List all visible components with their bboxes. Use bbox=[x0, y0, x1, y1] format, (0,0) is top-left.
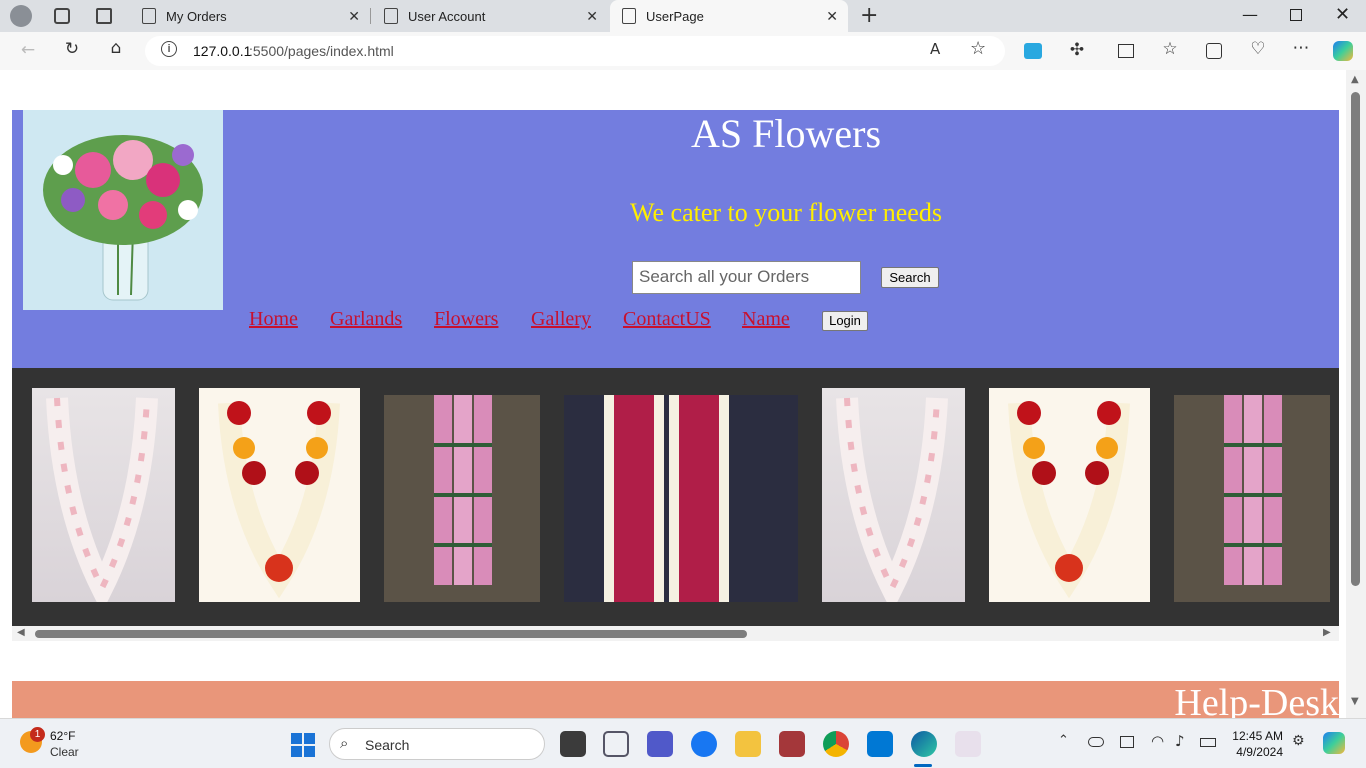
close-tab-icon[interactable]: ✕ bbox=[826, 8, 838, 25]
edge-icon[interactable] bbox=[911, 731, 937, 757]
nav-contactus[interactable]: ContactUS bbox=[623, 308, 711, 331]
page-icon bbox=[384, 8, 398, 24]
gallery-horizontal-scrollbar[interactable]: ◀ ▶ bbox=[12, 626, 1339, 641]
read-aloud-icon[interactable]: A bbox=[930, 40, 940, 58]
search-button[interactable]: Search bbox=[881, 267, 939, 288]
scrollbar-thumb[interactable] bbox=[1351, 92, 1360, 586]
notification-bell-icon[interactable]: ⚙ bbox=[1292, 733, 1305, 749]
favorite-star-icon[interactable]: ☆ bbox=[970, 38, 986, 59]
weather-desc[interactable]: Clear bbox=[50, 745, 79, 759]
garland-gallery bbox=[12, 368, 1339, 626]
site-info-icon[interactable]: i bbox=[161, 41, 177, 57]
onedrive-icon[interactable] bbox=[1088, 737, 1104, 747]
close-tab-icon[interactable]: ✕ bbox=[348, 8, 360, 25]
split-screen-icon[interactable] bbox=[1118, 44, 1134, 58]
site-tagline: We cater to your flower needs bbox=[630, 198, 942, 227]
page-vertical-scrollbar[interactable]: ▲ ▼ bbox=[1346, 70, 1366, 718]
favorites-icon[interactable]: ☆ bbox=[1158, 39, 1182, 59]
vscode-icon[interactable] bbox=[867, 731, 893, 757]
address-bar[interactable]: i 127.0.0.1 :5500/pages/index.html A ☆ bbox=[145, 36, 1005, 66]
workspaces-icon[interactable] bbox=[54, 8, 70, 24]
chrome-icon[interactable] bbox=[823, 731, 849, 757]
copilot-icon[interactable] bbox=[1333, 41, 1353, 61]
slack-icon[interactable] bbox=[955, 731, 981, 757]
clock-time[interactable]: 12:45 AM bbox=[1230, 729, 1283, 743]
url-path: :5500/pages/index.html bbox=[249, 43, 394, 59]
facebook-icon[interactable] bbox=[691, 731, 717, 757]
copilot-app-icon[interactable] bbox=[560, 731, 586, 757]
weather-temp[interactable]: 62°F bbox=[50, 729, 75, 743]
airplane-app-icon[interactable] bbox=[603, 731, 629, 757]
search-icon: ⌕ bbox=[340, 734, 349, 752]
new-tab-icon[interactable]: + bbox=[860, 3, 878, 28]
start-windows-icon[interactable] bbox=[291, 733, 315, 757]
order-search-input[interactable]: Search all your Orders bbox=[632, 261, 861, 294]
scroll-right-icon[interactable]: ▶ bbox=[1323, 627, 1331, 638]
extensions-puzzle-icon[interactable]: ✣ bbox=[1065, 40, 1089, 60]
close-window-icon[interactable]: ✕ bbox=[1335, 4, 1350, 25]
chevron-up-icon[interactable]: ⌃ bbox=[1058, 733, 1069, 748]
access-icon[interactable] bbox=[779, 731, 805, 757]
scroll-down-icon[interactable]: ▼ bbox=[1351, 696, 1359, 707]
volume-icon[interactable]: ♪ bbox=[1175, 732, 1185, 750]
tab-label: UserPage bbox=[646, 8, 704, 24]
garland-image bbox=[564, 395, 798, 602]
battery-icon[interactable] bbox=[1200, 738, 1216, 747]
site-title: AS Flowers bbox=[690, 111, 882, 156]
url-host: 127.0.0.1 bbox=[193, 43, 252, 59]
restore-icon[interactable] bbox=[1290, 9, 1302, 21]
tab-actions-icon[interactable] bbox=[96, 8, 112, 24]
tab-bar: My Orders ✕ User Account ✕ UserPage ✕ + … bbox=[0, 0, 1366, 32]
garland-image bbox=[384, 395, 540, 602]
tab-user-account[interactable]: User Account ✕ bbox=[372, 0, 608, 32]
help-desk-section: Help-Desk bbox=[12, 681, 1339, 718]
login-button[interactable]: Login bbox=[822, 311, 868, 331]
garland-image bbox=[822, 388, 965, 613]
clock-date[interactable]: 4/9/2024 bbox=[1230, 745, 1283, 759]
collections-icon[interactable] bbox=[1206, 43, 1222, 59]
page-icon bbox=[622, 8, 636, 24]
tab-my-orders[interactable]: My Orders ✕ bbox=[130, 0, 370, 32]
back-icon[interactable]: ← bbox=[16, 40, 40, 60]
reload-icon[interactable]: ↻ bbox=[60, 39, 84, 59]
help-desk-title: Help-Desk bbox=[1174, 682, 1339, 718]
tab-userpage[interactable]: UserPage ✕ bbox=[610, 0, 848, 32]
display-icon[interactable] bbox=[1120, 736, 1134, 748]
home-icon[interactable]: ⌂ bbox=[104, 38, 128, 58]
copilot-taskbar-icon[interactable] bbox=[1323, 732, 1345, 754]
minimize-icon[interactable]: — bbox=[1242, 5, 1258, 24]
close-tab-icon[interactable]: ✕ bbox=[586, 8, 598, 25]
wifi-icon[interactable]: ◠ bbox=[1151, 732, 1164, 750]
windows-taskbar: 1 62°F Clear ⌕ Search ⌃ ◠ ♪ 12:45 AM 4/9… bbox=[0, 718, 1366, 768]
profile-avatar[interactable] bbox=[10, 5, 32, 27]
nav-flowers[interactable]: Flowers bbox=[434, 308, 498, 331]
garland-image bbox=[989, 388, 1150, 602]
taskbar-search-label: Search bbox=[365, 737, 410, 753]
nav-gallery[interactable]: Gallery bbox=[531, 308, 591, 331]
nav-name[interactable]: Name bbox=[742, 308, 790, 331]
weather-badge: 1 bbox=[30, 727, 45, 742]
scroll-left-icon[interactable]: ◀ bbox=[17, 627, 25, 638]
garland-image bbox=[199, 388, 360, 602]
taskbar-search-box[interactable]: ⌕ Search bbox=[329, 728, 545, 760]
garland-image bbox=[1174, 395, 1330, 602]
site-header: AS Flowers We cater to your flower needs… bbox=[12, 110, 1339, 368]
file-explorer-icon[interactable] bbox=[735, 731, 761, 757]
nav-home[interactable]: Home bbox=[249, 308, 298, 331]
extension-icon[interactable] bbox=[1024, 43, 1042, 59]
garland-image bbox=[32, 388, 175, 613]
nav-garlands[interactable]: Garlands bbox=[330, 308, 402, 331]
more-menu-icon[interactable]: ⋯ bbox=[1289, 38, 1313, 58]
teams-icon[interactable] bbox=[647, 731, 673, 757]
active-app-indicator bbox=[914, 764, 932, 767]
tab-label: User Account bbox=[408, 8, 486, 24]
tab-label: My Orders bbox=[166, 8, 227, 24]
performance-icon[interactable]: ♡ bbox=[1246, 39, 1270, 59]
page-content: AS Flowers We cater to your flower needs… bbox=[0, 70, 1346, 718]
scroll-up-icon[interactable]: ▲ bbox=[1351, 74, 1359, 85]
page-icon bbox=[142, 8, 156, 24]
scrollbar-thumb[interactable] bbox=[35, 630, 747, 638]
